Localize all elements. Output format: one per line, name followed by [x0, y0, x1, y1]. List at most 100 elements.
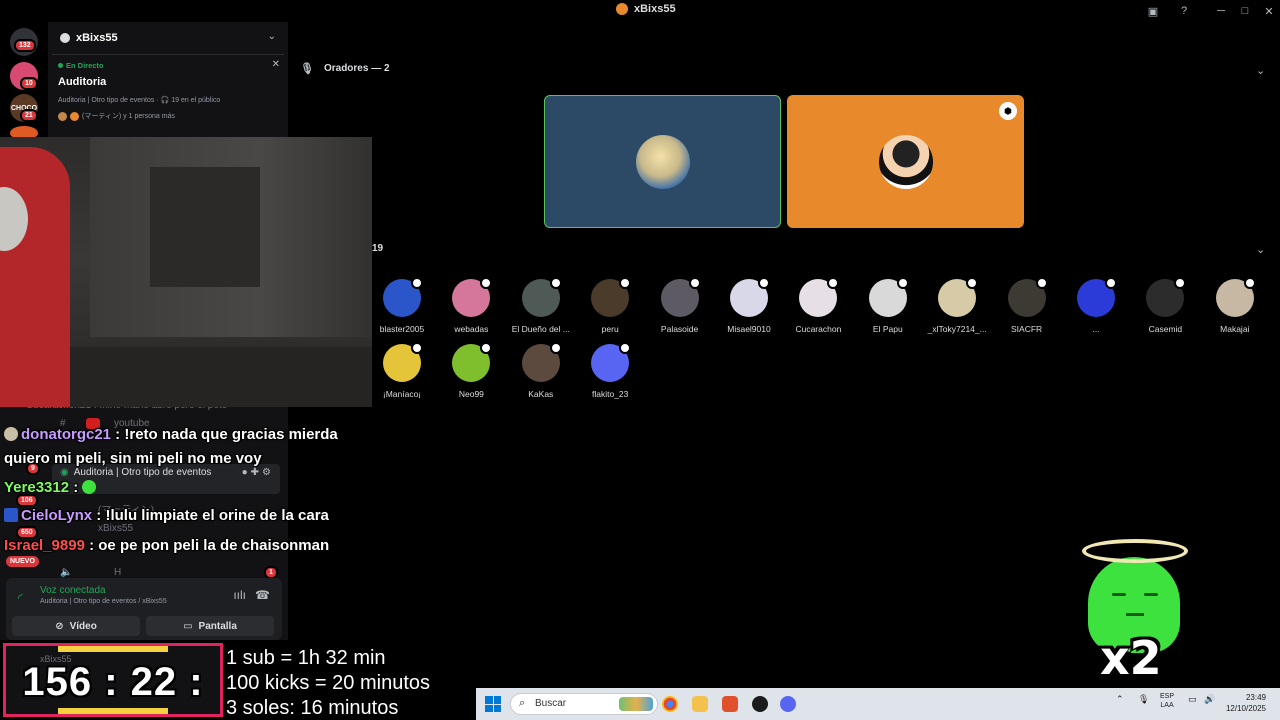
audience-member-name: ¡Maníaco¡	[382, 389, 422, 399]
obs-icon[interactable]	[752, 696, 768, 712]
voice-channel-path: Auditoria | Otro tipo de eventos / xBixs…	[40, 598, 167, 605]
avatar	[591, 277, 632, 317]
window-title-text: xBixs55	[634, 3, 676, 15]
rule-line: 1 sub = 1h 32 min	[226, 647, 386, 669]
live-event-card[interactable]: En Directo ✕ Auditoria Auditoria | Otro …	[52, 54, 284, 128]
avatar	[938, 277, 979, 317]
audience-member[interactable]: Neo99	[439, 342, 503, 399]
search-highlight-image	[619, 697, 653, 711]
audience-member[interactable]: ¡Maníaco¡	[370, 342, 434, 399]
listening-icon	[411, 342, 423, 354]
brave-icon[interactable]	[722, 696, 738, 712]
audience-member-name: flakito_23	[591, 389, 629, 399]
listening-icon	[1105, 277, 1117, 289]
audience-member[interactable]: _xlToky7214_...	[925, 277, 989, 334]
avatar	[878, 134, 933, 189]
angel-blob-mascot: x2	[1080, 535, 1190, 685]
server-name-text: xBixs55	[76, 32, 118, 44]
language-indicator[interactable]: ESP LAA	[1160, 692, 1174, 710]
chevron-up-icon[interactable]: ⌃	[1116, 694, 1124, 705]
mascot-eye	[1144, 593, 1158, 596]
screen-share-button[interactable]: ▭ Pantalla	[146, 616, 274, 636]
chat-separator: :	[84, 537, 99, 554]
file-explorer-icon[interactable]	[692, 696, 708, 712]
listening-icon	[758, 277, 770, 289]
audience-member[interactable]: Cucarachon	[786, 277, 850, 334]
emote-icon	[82, 480, 97, 494]
avatar	[383, 342, 423, 382]
audience-member[interactable]: peru	[578, 277, 642, 334]
settings-icon[interactable]: ⚙	[262, 467, 274, 478]
close-button[interactable]: ✕	[1261, 3, 1277, 19]
audience-member[interactable]: flakito_23	[578, 342, 642, 399]
volume-icon[interactable]: 🔊	[1204, 694, 1215, 705]
mascot-eye	[1112, 593, 1126, 596]
minimize-button[interactable]: ─	[1213, 3, 1229, 19]
stage-channel-label-text: Auditoria | Otro tipo de eventos	[73, 467, 212, 478]
audience-member[interactable]: Misael9010	[717, 277, 781, 334]
audience-member-name: webadas	[454, 324, 489, 334]
audience-member-name: blaster2005	[379, 324, 425, 334]
audience-member[interactable]: Casemid	[1133, 277, 1197, 334]
audience-member[interactable]: webadas	[439, 277, 503, 334]
maximize-button[interactable]: □	[1237, 3, 1253, 19]
audience-member[interactable]: El Dueño del ...	[509, 277, 573, 334]
speaker-tile[interactable]: ⬢	[787, 95, 1024, 228]
speaker-tile[interactable]	[544, 95, 781, 228]
chat-username: Yere3312	[4, 479, 70, 496]
avatar	[521, 277, 562, 317]
microphone-tray-icon[interactable]: 🎙	[1138, 694, 1149, 705]
chevron-down-icon[interactable]: ⌄	[1256, 64, 1265, 77]
audience-member[interactable]: SIACFR	[995, 277, 1059, 334]
disconnect-icon[interactable]: ☎	[255, 588, 270, 602]
chevron-down-icon[interactable]: ⌄	[1256, 243, 1265, 256]
add-member-icon[interactable]: ✚	[251, 467, 262, 478]
event-name: Auditoria	[58, 76, 107, 88]
webcam-shelf	[150, 167, 260, 287]
live-status: En Directo	[58, 61, 104, 70]
listening-icon	[896, 277, 909, 289]
avatar	[58, 111, 67, 121]
listening-icon	[480, 277, 493, 289]
help-icon[interactable]: ?	[1176, 3, 1192, 19]
network-icon[interactable]: ▭	[1188, 694, 1197, 705]
audience-member[interactable]: ...	[1064, 277, 1128, 334]
channel-panel: xBixs55 ⌄ En Directo ✕ Auditoria Auditor…	[48, 22, 288, 140]
chat-icon[interactable]: ●	[242, 467, 251, 478]
audience-member-name: SIACFR	[1011, 324, 1043, 334]
stage-channel-label: ◉ Auditoria | Otro tipo de eventos	[60, 467, 211, 478]
windows-start-icon[interactable]	[485, 696, 501, 712]
avatar	[1007, 277, 1048, 317]
chat-separator: :	[69, 479, 83, 496]
video-button[interactable]: ⊘ Vídeo	[12, 616, 140, 636]
event-meta: Auditoria | Otro tipo de eventos · 🎧 19 …	[58, 97, 221, 104]
speaker-icon: 🔈	[60, 567, 73, 578]
taskbar-search[interactable]: ⌕ Buscar	[510, 693, 658, 715]
server-name[interactable]: xBixs55	[60, 32, 118, 44]
audience-member[interactable]: KaKas	[509, 342, 573, 399]
avatar	[1146, 277, 1187, 317]
inbox-icon[interactable]: ▣	[1145, 3, 1161, 19]
rule-line: 100 kicks = 20 minutos	[226, 672, 430, 694]
audience-member-name: Casemid	[1148, 324, 1183, 334]
voice-status[interactable]: Voz conectada	[40, 585, 106, 596]
system-clock[interactable]: 23:49 12/10/2025	[1222, 692, 1266, 714]
discord-icon[interactable]	[780, 696, 796, 712]
avatar	[1215, 277, 1256, 317]
halo-icon	[1082, 539, 1188, 563]
audience-member[interactable]: Palasoide	[648, 277, 712, 334]
audience-member-name: ...	[1092, 324, 1100, 334]
listening-icon	[619, 342, 632, 354]
chrome-icon[interactable]	[662, 696, 678, 712]
close-icon[interactable]: ✕	[272, 59, 280, 70]
screen-share-icon: ▭	[183, 620, 193, 632]
audience-member[interactable]: blaster2005	[370, 277, 434, 334]
soundboard-icon[interactable]: ıılı	[233, 588, 246, 602]
moderator-shield-icon: ⬢	[999, 102, 1017, 120]
speakers-header: 🎙 Oradores — 2	[300, 62, 390, 75]
audience-member[interactable]: Makajai	[1203, 277, 1267, 334]
chat-message: CieloLynx : !lulu limpiate el orine de l…	[4, 507, 329, 524]
audience-member[interactable]: El Papu	[856, 277, 920, 334]
chevron-down-icon[interactable]: ⌄	[268, 31, 276, 42]
audience-member-name: Misael9010	[727, 324, 771, 334]
